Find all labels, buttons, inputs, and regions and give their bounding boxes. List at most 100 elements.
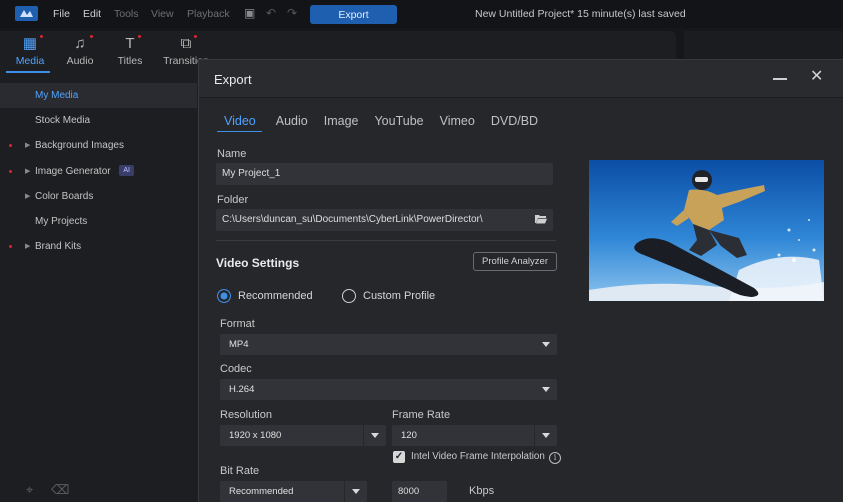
tab-video[interactable]: Video: [217, 114, 262, 132]
sidebar-item-label: Image Generator: [35, 165, 111, 177]
format-select[interactable]: MP4: [220, 334, 557, 355]
close-icon[interactable]: ✕: [810, 68, 823, 86]
video-settings-title: Video Settings: [216, 256, 300, 270]
chevron-down-icon: [352, 489, 360, 494]
tab-vimeo[interactable]: Vimeo: [440, 114, 475, 132]
menu-tools[interactable]: Tools: [114, 8, 139, 20]
notification-dot: [90, 35, 93, 38]
export-button[interactable]: Export: [310, 5, 397, 24]
remove-tag-icon[interactable]: ⌫: [51, 482, 69, 497]
redo-icon[interactable]: ↷: [287, 6, 297, 20]
interpolation-checkbox[interactable]: ✓: [393, 451, 405, 463]
dialog-title: Export: [214, 72, 252, 87]
sidebar-item-background-images[interactable]: ▶ Background Images: [0, 133, 197, 158]
profile-analyzer-button[interactable]: Profile Analyzer: [473, 252, 557, 271]
undo-icon[interactable]: ↶: [266, 6, 276, 20]
folder-open-icon[interactable]: [535, 214, 547, 224]
info-icon[interactable]: i: [549, 452, 561, 464]
notification-dot: [9, 144, 12, 148]
bit-rate-label: Bit Rate: [220, 465, 260, 477]
chevron-down-icon: [542, 433, 550, 438]
sidebar-item-label: My Media: [35, 90, 79, 101]
menu-view[interactable]: View: [151, 8, 174, 20]
project-title: New Untitled Project* 15 minute(s) last …: [475, 8, 686, 20]
sidebar-item-color-boards[interactable]: ▶ Color Boards: [0, 184, 197, 209]
custom-profile-radio[interactable]: [342, 289, 356, 303]
folder-label: Folder: [217, 194, 249, 206]
sidebar-item-label: Color Boards: [35, 190, 94, 202]
sidebar-item-label: My Projects: [35, 215, 88, 227]
chevron-down-icon: [542, 387, 550, 392]
notification-dot: [194, 35, 197, 38]
interpolation-label: Intel Video Frame Interpolation: [411, 451, 545, 462]
library-bottom-toolbar: ⌖ ⌫: [26, 482, 69, 498]
export-dialog: Export ✕ Video Audio Image YouTube Vimeo…: [198, 59, 843, 502]
chevron-down-icon: [542, 342, 550, 347]
tab-titles-label: Titles: [117, 55, 143, 67]
library-sidebar: My Media Stock Media ▶ Background Images…: [0, 83, 197, 259]
sidebar-item-my-media[interactable]: My Media: [0, 83, 197, 109]
divider: [216, 240, 556, 241]
caret-right-icon[interactable]: ▶: [25, 159, 30, 184]
sidebar-item-stock-media[interactable]: Stock Media: [0, 108, 197, 133]
frame-rate-label: Frame Rate: [392, 409, 451, 421]
bit-rate-mode-value: Recommended: [229, 486, 294, 497]
dialog-header: Export ✕: [199, 60, 843, 98]
save-icon[interactable]: ▣: [244, 6, 255, 20]
codec-select[interactable]: H.264: [220, 379, 557, 400]
sidebar-item-label: Stock Media: [35, 115, 91, 127]
folder-input[interactable]: C:\Users\duncan_su\Documents\CyberLink\P…: [216, 209, 553, 231]
menu-file[interactable]: File: [53, 8, 70, 20]
transition-icon: ⧉: [180, 35, 192, 52]
bit-rate-unit: Kbps: [469, 485, 495, 497]
menu-bar: File Edit Tools View Playback ▣ ↶ ↷ Expo…: [0, 0, 843, 28]
export-tabs: Video Audio Image YouTube Vimeo DVD/BD: [217, 114, 554, 132]
sidebar-item-my-projects[interactable]: My Projects: [0, 209, 197, 234]
notification-dot: [9, 169, 12, 173]
sidebar-item-label: Background Images: [35, 140, 124, 152]
notification-dot: [138, 35, 141, 38]
select-separator: [363, 425, 364, 446]
tab-youtube[interactable]: YouTube: [374, 114, 423, 132]
minimize-icon[interactable]: [773, 68, 787, 82]
app-logo-icon: [15, 6, 38, 21]
caret-right-icon[interactable]: ▶: [25, 133, 30, 158]
titles-icon: T: [125, 35, 135, 52]
ai-badge: AI: [119, 165, 135, 177]
folder-path: C:\Users\duncan_su\Documents\CyberLink\P…: [222, 214, 483, 225]
menu-playback[interactable]: Playback: [187, 8, 230, 20]
notification-dot: [40, 35, 43, 38]
caret-right-icon[interactable]: ▶: [25, 234, 30, 259]
tab-dvd-bd[interactable]: DVD/BD: [491, 114, 538, 132]
tab-media-label: Media: [15, 55, 45, 67]
caret-right-icon[interactable]: ▶: [25, 184, 30, 209]
bit-rate-mode-select[interactable]: Recommended: [220, 481, 367, 502]
name-input[interactable]: My Project_1: [216, 163, 553, 185]
tab-audio[interactable]: Audio: [276, 114, 308, 132]
select-separator: [344, 481, 345, 502]
notification-dot: [9, 245, 12, 249]
format-value: MP4: [229, 339, 249, 350]
select-separator: [534, 425, 535, 446]
resolution-select[interactable]: 1920 x 1080: [220, 425, 386, 446]
active-tab-indicator: [6, 71, 50, 73]
add-tag-icon[interactable]: ⌖: [26, 482, 33, 497]
resolution-label: Resolution: [220, 409, 272, 421]
chevron-down-icon: [371, 433, 379, 438]
format-label: Format: [220, 318, 255, 330]
recommended-label: Recommended: [238, 290, 313, 302]
frame-rate-select[interactable]: 120: [392, 425, 557, 446]
tab-audio-label: Audio: [66, 55, 94, 67]
custom-profile-label: Custom Profile: [363, 290, 436, 302]
tab-titles[interactable]: T Titles: [100, 35, 160, 67]
codec-value: H.264: [229, 384, 255, 395]
sidebar-item-brand-kits[interactable]: ▶ Brand Kits: [0, 234, 197, 259]
bit-rate-input[interactable]: 8000: [392, 481, 447, 502]
menu-edit[interactable]: Edit: [83, 8, 101, 20]
sidebar-item-image-generator[interactable]: ▶ Image Generator AI: [0, 159, 197, 184]
resolution-value: 1920 x 1080: [229, 430, 282, 441]
sidebar-item-label: Brand Kits: [35, 241, 82, 253]
tab-image[interactable]: Image: [324, 114, 359, 132]
recommended-radio[interactable]: [217, 289, 231, 303]
video-preview-thumbnail: [589, 160, 824, 301]
